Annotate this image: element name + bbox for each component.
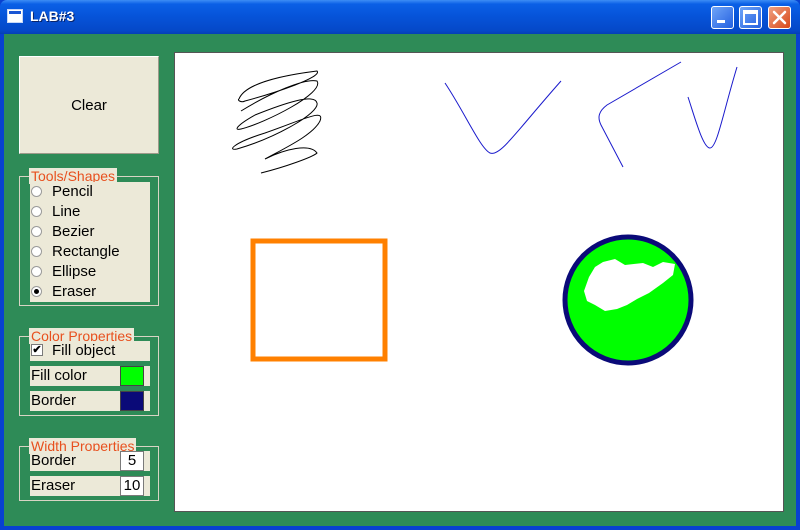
width-properties-group: Width Properties Border 5 Eraser 10 xyxy=(19,438,159,501)
radio-indicator[interactable] xyxy=(31,246,42,257)
color-properties-group: Color Properties ✔ Fill object Fill colo… xyxy=(19,328,159,416)
pencil-scribble xyxy=(232,70,322,174)
radio-indicator[interactable] xyxy=(31,266,42,277)
radio-rectangle[interactable]: Rectangle xyxy=(30,242,150,262)
radio-label: Pencil xyxy=(52,183,93,200)
radio-label: Rectangle xyxy=(52,243,120,260)
window-title: LAB#3 xyxy=(30,8,75,24)
fill-object-checkbox-row[interactable]: ✔ Fill object xyxy=(30,341,150,361)
close-icon xyxy=(772,10,787,25)
fill-object-label: Fill object xyxy=(52,342,116,359)
radio-pencil[interactable]: Pencil xyxy=(30,182,150,202)
radio-label: Eraser xyxy=(52,283,97,300)
app-window: LAB#3 Clear Tools/Shapes Pencil Line Bez… xyxy=(0,0,800,530)
clear-button[interactable]: Clear xyxy=(19,56,159,154)
border-width-row: Border 5 xyxy=(30,451,150,471)
radio-label: Ellipse xyxy=(52,263,97,280)
radio-indicator[interactable] xyxy=(31,206,42,217)
eraser-width-input[interactable]: 10 xyxy=(120,476,144,496)
border-color-label: Border xyxy=(31,392,77,409)
drawing-canvas[interactable] xyxy=(174,52,784,512)
fill-color-row: Fill color xyxy=(30,366,150,386)
tools-options-list: Pencil Line Bezier Rectangle Ellipse Era… xyxy=(30,182,150,302)
client-area: Clear Tools/Shapes Pencil Line Bezier Re… xyxy=(4,34,796,526)
radio-ellipse[interactable]: Ellipse xyxy=(30,262,150,282)
radio-line[interactable]: Line xyxy=(30,202,150,222)
minimize-button[interactable] xyxy=(711,6,734,29)
bezier-curve-2 xyxy=(687,66,738,149)
radio-indicator[interactable] xyxy=(31,226,42,237)
border-color-swatch[interactable] xyxy=(120,391,144,411)
fill-color-label: Fill color xyxy=(31,367,87,384)
bezier-curve-1 xyxy=(444,80,562,154)
line-segment-1 xyxy=(598,61,682,168)
radio-indicator[interactable] xyxy=(31,186,42,197)
radio-indicator-selected[interactable] xyxy=(31,286,42,297)
close-button[interactable] xyxy=(768,6,791,29)
border-width-label: Border xyxy=(31,452,77,469)
title-bar[interactable]: LAB#3 xyxy=(0,0,800,34)
app-window-icon xyxy=(7,9,23,23)
eraser-width-row: Eraser 10 xyxy=(30,476,150,496)
radio-eraser[interactable]: Eraser xyxy=(30,282,150,302)
fill-object-checkbox[interactable]: ✔ xyxy=(31,344,43,356)
radio-label: Bezier xyxy=(52,223,95,240)
radio-label: Line xyxy=(52,203,81,220)
eraser-width-label: Eraser xyxy=(31,477,76,494)
border-color-row: Border xyxy=(30,391,150,411)
tools-shapes-group: Tools/Shapes Pencil Line Bezier Rectangl… xyxy=(19,168,159,306)
minimize-icon xyxy=(717,20,725,23)
rectangle-shape xyxy=(250,238,388,362)
border-width-input[interactable]: 5 xyxy=(120,451,144,471)
maximize-button[interactable] xyxy=(739,6,762,29)
fill-color-swatch[interactable] xyxy=(120,366,144,386)
drawing-surface[interactable] xyxy=(175,53,783,511)
maximize-icon xyxy=(743,10,758,25)
radio-bezier[interactable]: Bezier xyxy=(30,222,150,242)
